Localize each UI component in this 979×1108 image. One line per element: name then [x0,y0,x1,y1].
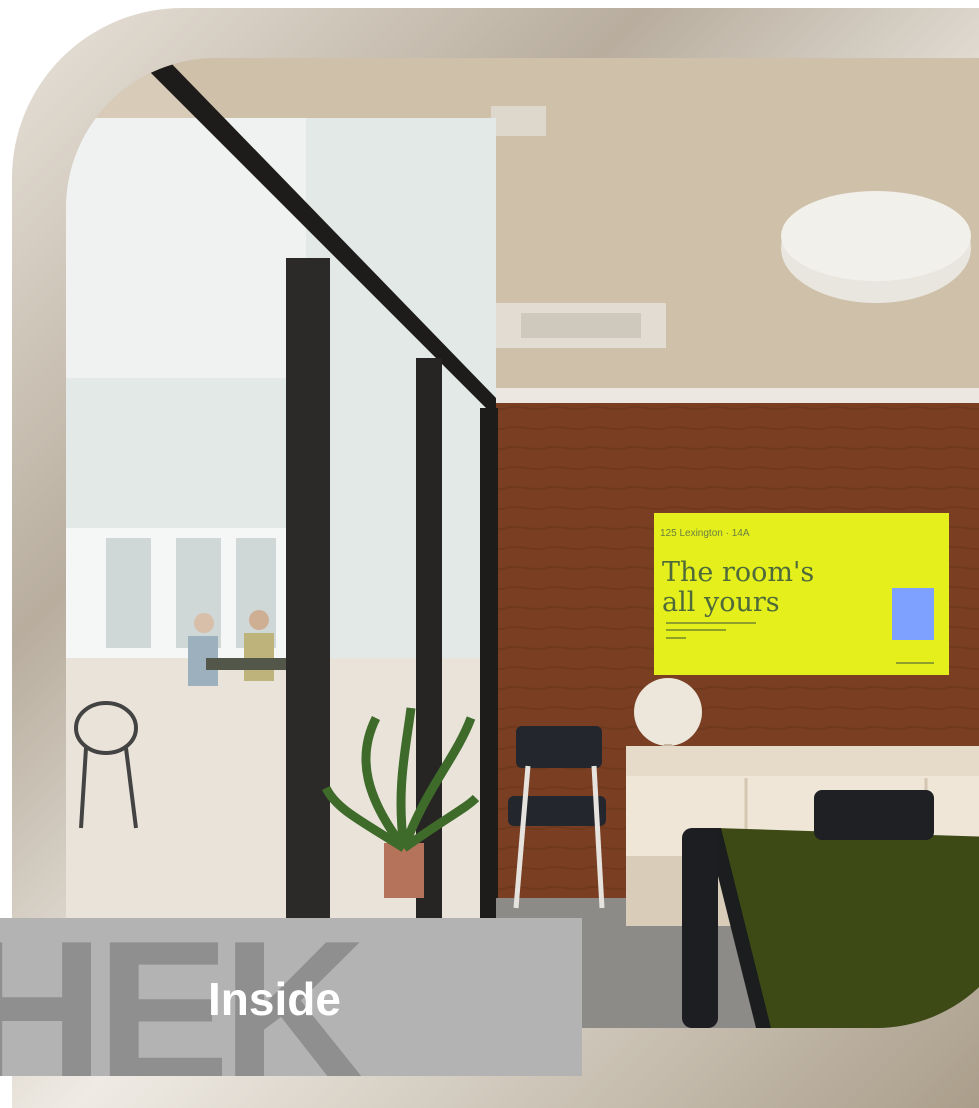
chair [814,790,934,840]
qr-code [892,588,934,640]
plant-pot [384,843,424,898]
screen-headline-line2: all yours [662,587,780,618]
ceiling-sensor [491,106,546,136]
glass-mullion [286,258,330,948]
chair [682,828,718,1028]
caption-box: HEK Inside [0,918,582,1076]
chair [516,726,602,768]
meeting-room-photo: 125 Lexington · 14A The room's all yours [66,58,979,1028]
sideboard [626,746,979,776]
globe-lamp [634,678,702,746]
caption-title: Inside [208,973,341,1025]
screen-headline-line1: The room's [662,557,815,588]
meeting-room-scene [66,58,979,1028]
screen-location-label: 125 Lexington · 14A [660,528,750,539]
